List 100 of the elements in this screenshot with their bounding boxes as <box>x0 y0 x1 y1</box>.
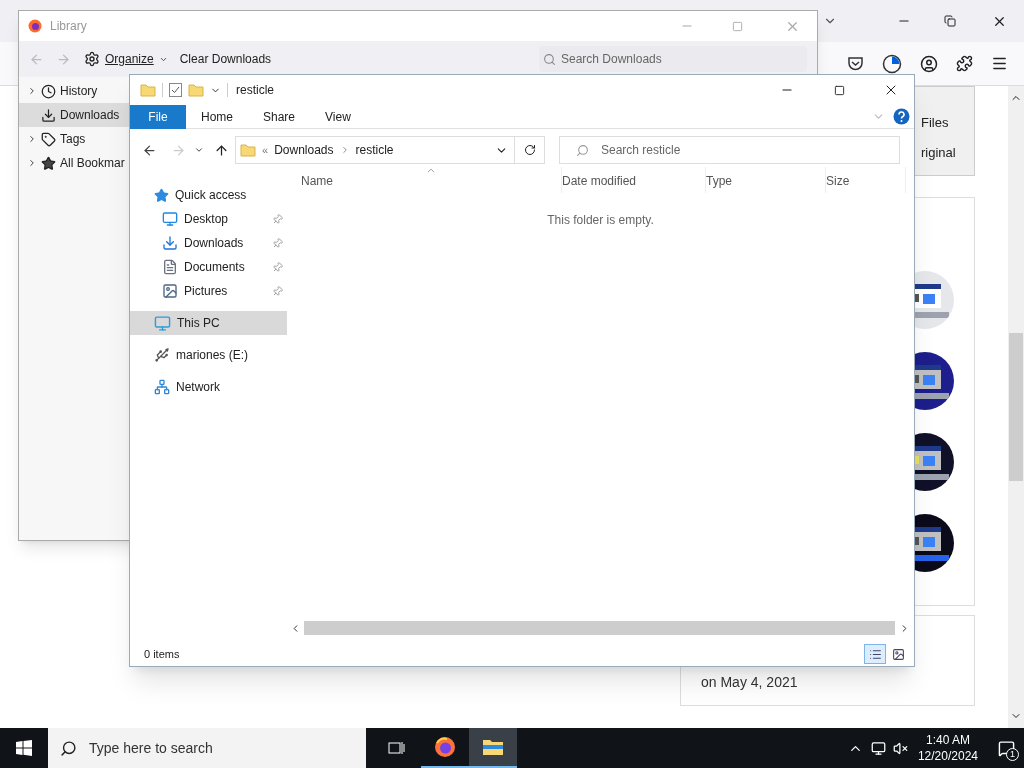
details-view-button[interactable] <box>864 644 886 664</box>
desktop-icon <box>162 211 178 227</box>
taskbar-app-button[interactable] <box>469 728 517 768</box>
settings-icon <box>84 51 100 67</box>
extensions-icon[interactable] <box>956 55 973 72</box>
expand-icon[interactable] <box>27 158 37 168</box>
refresh-button[interactable] <box>515 136 545 164</box>
star-icon <box>41 155 56 171</box>
sidebar-item[interactable]: Downloads <box>19 103 129 127</box>
details-view-icon <box>868 647 882 661</box>
expand-icon[interactable] <box>27 86 37 96</box>
status-text: 0 items <box>144 646 180 662</box>
nav-item[interactable]: This PC <box>130 311 287 335</box>
nav-item[interactable]: Pictures <box>130 279 287 303</box>
account-icon[interactable] <box>920 54 938 73</box>
column-header[interactable]: Type <box>706 167 826 193</box>
nav-label: Pictures <box>184 283 229 300</box>
scrollbar-thumb[interactable] <box>304 621 895 635</box>
nav-label: mariones (E:) <box>176 347 250 364</box>
windows-logo-icon <box>16 740 32 756</box>
menu-icon[interactable] <box>991 55 1008 72</box>
search-icon <box>60 739 77 757</box>
nav-label: This PC <box>177 315 221 332</box>
nav-label: Quick access <box>175 187 248 204</box>
search-field[interactable]: Search Downloads <box>539 46 807 72</box>
notification-button[interactable]: 1 <box>988 728 1024 768</box>
sidebar-label: History <box>60 83 98 100</box>
folder-icon <box>482 738 504 756</box>
clock[interactable]: 1:40 AM 12/20/2024 <box>917 732 978 764</box>
folder-icon <box>240 143 256 157</box>
star-icon <box>154 187 169 203</box>
sidebar-item[interactable]: Tags <box>19 127 129 151</box>
nav-label: Downloads <box>184 235 245 252</box>
sidebar-label: Downloads <box>60 107 120 124</box>
search-icon <box>576 143 589 157</box>
empty-folder-message: This folder is empty. <box>547 212 654 229</box>
ribbon-tab[interactable]: Share <box>248 104 311 129</box>
new-folder-icon <box>188 83 204 97</box>
search-icon <box>543 52 556 66</box>
computer-icon <box>154 314 171 332</box>
nav-label: Desktop <box>184 211 230 228</box>
back-icon[interactable] <box>142 142 157 158</box>
scrollbar[interactable] <box>1008 86 1024 728</box>
network-icon <box>154 379 170 395</box>
column-header[interactable]: Size <box>826 167 906 193</box>
restore-icon[interactable] <box>944 15 956 27</box>
breadcrumb-item[interactable]: resticle <box>355 141 394 159</box>
help-icon[interactable] <box>893 108 910 125</box>
properties-icon[interactable] <box>169 83 182 97</box>
notification-count: 1 <box>1006 748 1019 761</box>
download-progress-icon[interactable] <box>882 53 902 74</box>
scrollbar-thumb[interactable] <box>1009 333 1023 481</box>
nav-item[interactable]: Network <box>130 375 287 399</box>
up-icon[interactable] <box>214 142 229 158</box>
nav-item[interactable]: Quick access <box>130 183 287 207</box>
panel-text: Files <box>921 114 949 132</box>
ribbon-tab[interactable]: Home <box>186 104 248 129</box>
download-icon <box>162 235 178 251</box>
organize-button[interactable]: Organize <box>84 50 168 68</box>
sidebar-label: All Bookmar <box>60 155 125 172</box>
file-menu-button[interactable]: File <box>130 104 186 129</box>
nav-item[interactable]: Documents <box>130 255 287 279</box>
address-bar[interactable]: « Downloads resticle <box>235 136 515 164</box>
sidebar-label: Tags <box>60 131 86 148</box>
refresh-icon <box>523 144 536 156</box>
nav-label: Network <box>176 379 221 396</box>
nav-item[interactable]: Downloads <box>130 231 287 255</box>
volume-muted-icon[interactable] <box>892 740 908 756</box>
overflow-chevron-icon: « <box>262 141 269 159</box>
taskbar-search-field[interactable]: Type here to search <box>48 728 366 768</box>
breadcrumb-item[interactable]: Downloads <box>274 141 334 159</box>
nav-item[interactable]: mariones (E:) <box>130 343 287 367</box>
maximize-icon <box>833 84 845 96</box>
panel-text: riginal <box>921 143 956 162</box>
tag-icon <box>41 131 56 147</box>
browser-logo-icon <box>28 19 42 33</box>
usb-drive-icon <box>154 347 170 363</box>
window-title: resticle <box>236 82 274 99</box>
task-view-icon <box>388 740 406 756</box>
nav-label: Documents <box>184 259 246 276</box>
document-icon <box>162 259 178 275</box>
ribbon-tab[interactable]: View <box>310 104 366 129</box>
recent-locations-icon[interactable] <box>194 145 204 155</box>
sidebar-item[interactable]: All Bookmar <box>19 151 129 175</box>
column-header[interactable]: Name <box>301 167 562 193</box>
clock-icon <box>41 83 56 99</box>
clear-downloads-button[interactable]: Clear Downloads <box>179 50 272 68</box>
nav-item[interactable]: Desktop <box>130 207 287 231</box>
browser-logo-icon <box>434 736 456 758</box>
pocket-icon[interactable] <box>847 55 864 72</box>
sidebar-item[interactable]: History <box>19 79 129 103</box>
network-icon[interactable] <box>870 740 886 756</box>
folder-icon <box>140 83 156 97</box>
tiles-view-icon <box>891 647 905 661</box>
search-field[interactable]: Search resticle <box>559 136 900 164</box>
post-date: on May 4, 2021 <box>701 673 798 692</box>
column-header[interactable]: Date modified <box>562 167 706 193</box>
window-title: Library <box>50 18 87 35</box>
pictures-icon <box>162 283 178 299</box>
expand-icon[interactable] <box>27 134 37 144</box>
